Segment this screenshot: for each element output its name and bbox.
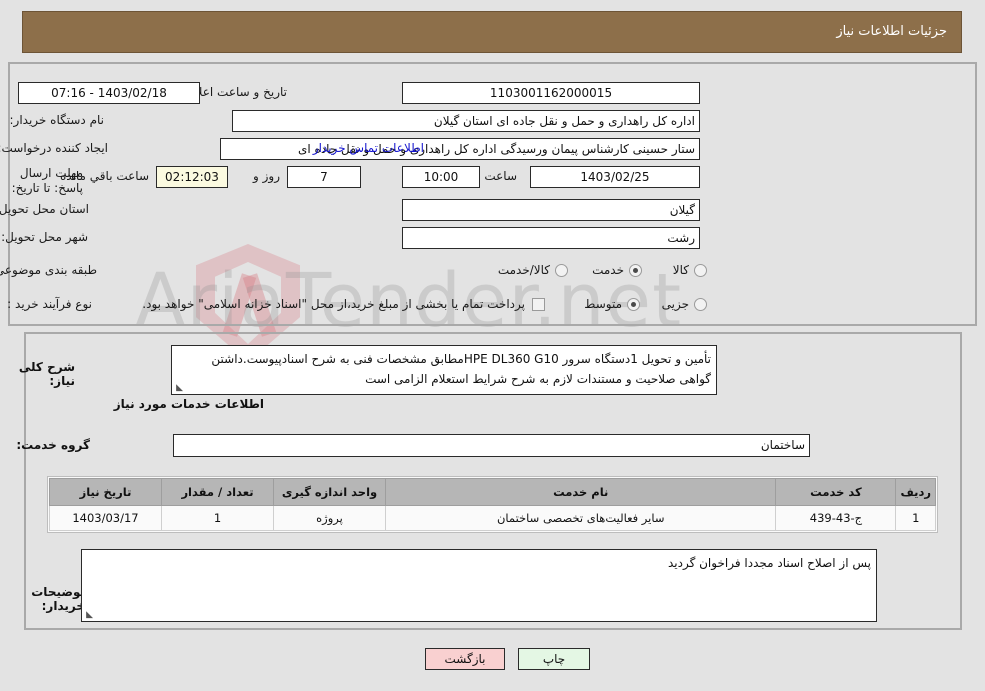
- back-button[interactable]: بازگشت: [425, 648, 505, 670]
- page-root: AriaTender.net جزئیات اطلاعات نیاز شماره…: [0, 0, 985, 691]
- deadline-time-field[interactable]: 10:00: [402, 166, 480, 188]
- resize-grip-icon[interactable]: ◣: [174, 384, 183, 393]
- col-service-code: کد خدمت: [775, 478, 897, 506]
- category-option-kala-label: کالا: [672, 263, 689, 277]
- province-field[interactable]: گیلان: [402, 199, 700, 221]
- cell-need-date: 1403/03/17: [49, 505, 162, 531]
- deadline-days-field[interactable]: 7: [287, 166, 361, 188]
- page-title: جزئیات اطلاعات نیاز: [836, 24, 947, 39]
- cell-row: 1: [895, 505, 936, 531]
- col-row: ردیف: [895, 478, 936, 506]
- deadline-countdown-field: 02:12:03: [156, 166, 228, 188]
- islamic-treasury-checkbox-label: پرداخت تمام یا بخشی از مبلغ خرید،از محل …: [142, 297, 525, 311]
- deadline-countdown-label: ساعت باقي مانده: [59, 169, 149, 183]
- deadline-time-label: ساعت: [484, 169, 517, 183]
- table-row: 1 ج-43-439 سایر فعالیت‌های تخصصی ساختمان…: [49, 505, 936, 531]
- purchase-type-label: نوع فرآیند خرید :: [7, 297, 92, 311]
- deadline-date-field[interactable]: 1403/02/25: [530, 166, 700, 188]
- category-radio-kala[interactable]: [694, 264, 707, 277]
- cell-quantity: 1: [161, 505, 274, 531]
- service-group-label: گروه خدمت:: [16, 438, 90, 452]
- announce-datetime-field[interactable]: 1403/02/18 - 07:16: [18, 82, 200, 104]
- purchase-type-radio-jozi[interactable]: [694, 298, 707, 311]
- buyer-notes-text: پس از اصلاح اسناد مجددا فراخوان گردید: [667, 556, 871, 570]
- summary-label: شرح کلی نیاز:: [18, 360, 75, 388]
- summary-textarea[interactable]: تأمین و تحویل 1دستگاه سرور HPE DL360 G10…: [171, 345, 717, 395]
- table-header-row: ردیف کد خدمت نام خدمت واحد اندازه گیری ت…: [49, 478, 936, 506]
- category-radio-khedmat[interactable]: [629, 264, 642, 277]
- service-group-field[interactable]: ساختمان: [173, 434, 810, 457]
- col-unit: واحد اندازه گیری: [273, 478, 386, 506]
- page-header: جزئیات اطلاعات نیاز: [22, 11, 962, 53]
- deadline-days-label: روز و: [253, 169, 280, 183]
- services-table-wrap: ردیف کد خدمت نام خدمت واحد اندازه گیری ت…: [47, 476, 938, 533]
- buyer-contact-link[interactable]: اطلاعات تماس خریدار: [313, 141, 424, 155]
- buyer-org-field[interactable]: اداره کل راهداری و حمل و نقل جاده ای است…: [232, 110, 700, 132]
- islamic-treasury-checkbox[interactable]: [532, 298, 545, 311]
- cell-unit: پروژه: [273, 505, 386, 531]
- requester-field[interactable]: ستار حسینی کارشناس پیمان ورسیدگی اداره ک…: [220, 138, 700, 160]
- buyer-notes-textarea[interactable]: پس از اصلاح اسناد مجددا فراخوان گردید ◣: [81, 549, 877, 622]
- requester-label: ایجاد کننده درخواست:: [0, 141, 108, 155]
- purchase-type-option-jozi-label: جزیی: [661, 297, 689, 311]
- services-heading: اطلاعات خدمات مورد نیاز: [113, 397, 264, 411]
- need-number-field[interactable]: 1103001162000015: [402, 82, 700, 104]
- summary-text: تأمین و تحویل 1دستگاه سرور HPE DL360 G10…: [211, 352, 711, 386]
- cell-service-code: ج-43-439: [775, 505, 897, 531]
- category-option-khedmat-label: خدمت: [592, 263, 624, 277]
- city-field[interactable]: رشت: [402, 227, 700, 249]
- category-option-kala-khedmat-label: کالا/خدمت: [497, 263, 550, 277]
- buyer-org-label: نام دستگاه خریدار:: [9, 113, 105, 127]
- purchase-type-option-motavaset-label: متوسط: [584, 297, 622, 311]
- category-radio-kala-khedmat[interactable]: [555, 264, 568, 277]
- category-label: طبقه بندی موضوعی:: [0, 263, 97, 277]
- purchase-type-radio-motavaset[interactable]: [627, 298, 640, 311]
- cell-service-name: سایر فعالیت‌های تخصصی ساختمان: [384, 505, 777, 531]
- services-table: ردیف کد خدمت نام خدمت واحد اندازه گیری ت…: [49, 478, 936, 531]
- province-label: استان محل تحویل:: [0, 202, 89, 216]
- resize-grip-icon-notes[interactable]: ◣: [84, 611, 93, 620]
- city-label: شهر محل تحویل:: [1, 230, 88, 244]
- print-button[interactable]: چاپ: [518, 648, 590, 670]
- col-need-date: تاریخ نیاز: [49, 478, 162, 506]
- col-service-name: نام خدمت: [384, 478, 777, 506]
- buyer-notes-label: توضیحات خریدار:: [31, 585, 85, 613]
- col-quantity: تعداد / مقدار: [161, 478, 274, 506]
